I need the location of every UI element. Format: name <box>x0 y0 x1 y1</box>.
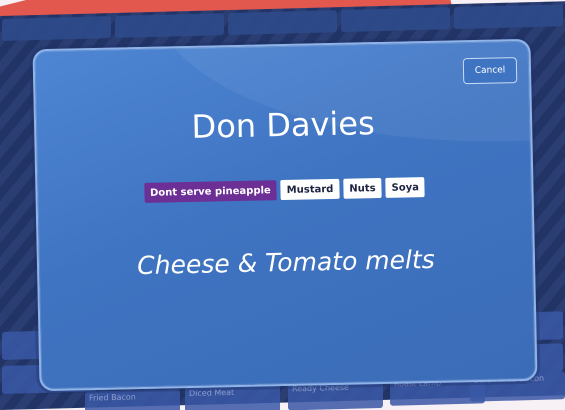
customer-order-modal: Cancel Don Davies Dont serve pineapple M… <box>32 38 538 392</box>
allergen-tag: Nuts <box>343 177 382 199</box>
cancel-button[interactable]: Cancel <box>462 57 518 85</box>
allergen-tag: Soya <box>385 177 426 198</box>
top-tab[interactable] <box>115 13 224 38</box>
menu-tile[interactable]: Fried Bacon <box>85 389 180 410</box>
screen: Fried Bacon Diced Meat Ready Cheese Roas… <box>0 0 565 410</box>
top-tab[interactable] <box>2 16 111 41</box>
dietary-tag-primary: Dont serve pineapple <box>143 180 277 203</box>
dish-name: Cheese & Tomato melts <box>136 244 436 281</box>
dietary-tag-list: Dont serve pineapple Mustard Nuts Soya <box>37 175 531 205</box>
menu-tile-label: Fried Bacon <box>89 392 136 403</box>
menu-tile[interactable]: Diced Meat <box>185 384 280 410</box>
top-tab[interactable] <box>228 10 337 36</box>
allergen-tag: Mustard <box>280 178 340 201</box>
top-tab[interactable] <box>454 4 563 30</box>
top-tab[interactable] <box>341 7 450 33</box>
customer-name: Don Davies <box>191 104 376 146</box>
